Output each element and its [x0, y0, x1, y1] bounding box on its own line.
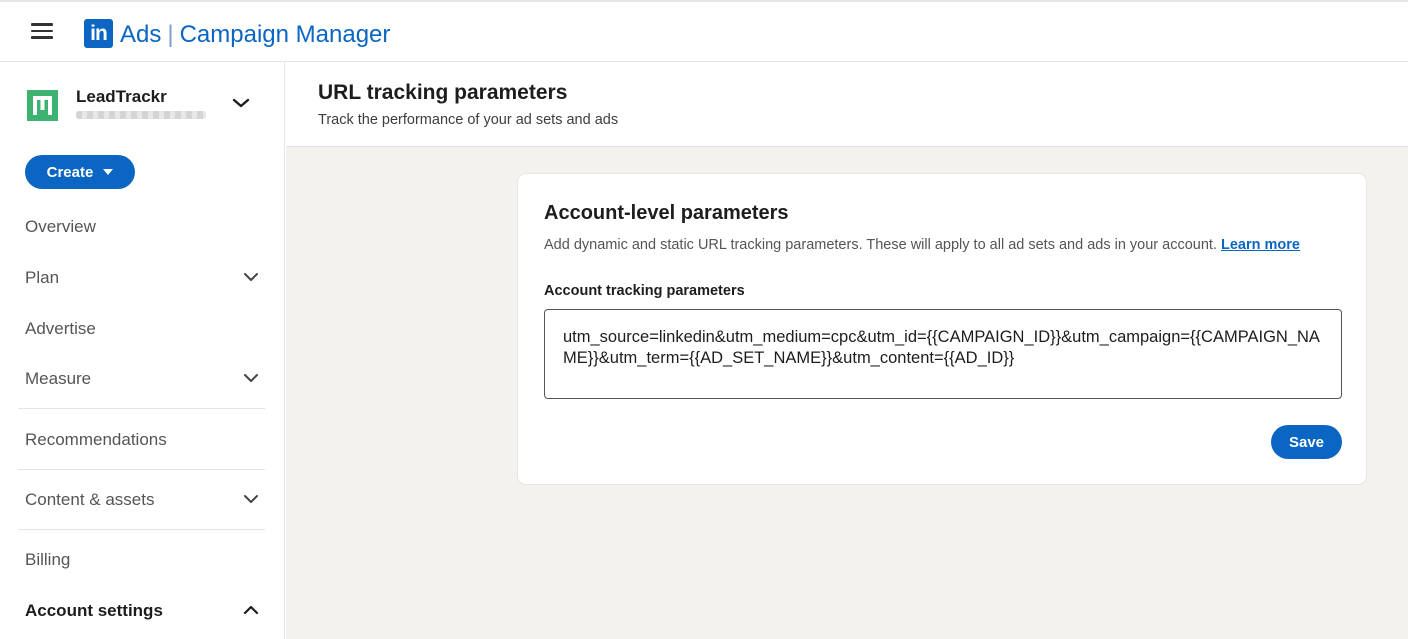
account-name: LeadTrackr	[76, 87, 167, 106]
account-logo-icon	[27, 90, 58, 121]
app-title: Ads | Campaign Manager	[120, 21, 390, 49]
save-button[interactable]: Save	[1271, 425, 1342, 459]
nav-label: Account settings	[25, 601, 163, 620]
chevron-down-icon	[244, 273, 258, 281]
product-name: Ads	[120, 21, 162, 48]
page-header: URL tracking parameters Track the perfor…	[286, 62, 1408, 147]
tracking-parameters-input[interactable]: utm_source=linkedin&utm_medium=cpc&utm_i…	[544, 309, 1342, 399]
create-button[interactable]: Create	[25, 155, 135, 189]
top-bar: in Ads | Campaign Manager	[0, 0, 1408, 62]
chevron-down-icon	[244, 374, 258, 382]
account-parameters-card: Account-level parameters Add dynamic and…	[517, 173, 1367, 485]
nav-measure[interactable]: Measure	[25, 364, 265, 394]
account-id-redacted	[76, 111, 206, 119]
nav-label: Content & assets	[25, 490, 155, 509]
sidebar: LeadTrackr Create Overview Plan Advertis…	[0, 62, 285, 639]
main-content: URL tracking parameters Track the perfor…	[286, 62, 1408, 639]
nav-label: Advertise	[25, 319, 96, 338]
nav-billing[interactable]: Billing	[25, 545, 265, 575]
nav-divider	[18, 408, 265, 409]
description-text: Add dynamic and static URL tracking para…	[544, 237, 1217, 253]
nav-divider	[18, 529, 265, 530]
menu-icon[interactable]	[31, 23, 53, 41]
nav-overview[interactable]: Overview	[25, 212, 265, 242]
field-label: Account tracking parameters	[544, 283, 745, 299]
nav-recommendations[interactable]: Recommendations	[25, 425, 265, 455]
title-separator: |	[167, 21, 174, 48]
nav-label: Overview	[25, 217, 96, 236]
nav-content-assets[interactable]: Content & assets	[25, 485, 265, 515]
page-title: URL tracking parameters	[318, 81, 568, 104]
page-subtitle: Track the performance of your ad sets an…	[318, 112, 619, 128]
nav-advertise[interactable]: Advertise	[25, 314, 265, 344]
linkedin-logo[interactable]: in	[84, 19, 113, 48]
card-title: Account-level parameters	[544, 202, 789, 224]
nav-plan[interactable]: Plan	[25, 263, 265, 293]
nav-account-settings[interactable]: Account settings	[25, 596, 265, 626]
learn-more-link[interactable]: Learn more	[1221, 237, 1300, 253]
chevron-down-icon[interactable]	[232, 96, 250, 110]
app-name: Campaign Manager	[179, 21, 391, 48]
create-button-label: Create	[46, 163, 94, 181]
nav-label: Recommendations	[25, 430, 167, 449]
nav-label: Billing	[25, 550, 71, 569]
nav-label: Measure	[25, 369, 92, 388]
chevron-down-icon	[244, 495, 258, 503]
caret-down-icon	[103, 169, 114, 175]
nav-label: Plan	[25, 268, 60, 287]
nav-divider	[18, 469, 265, 470]
chevron-up-icon	[243, 605, 259, 615]
card-description: Add dynamic and static URL tracking para…	[544, 237, 1300, 253]
